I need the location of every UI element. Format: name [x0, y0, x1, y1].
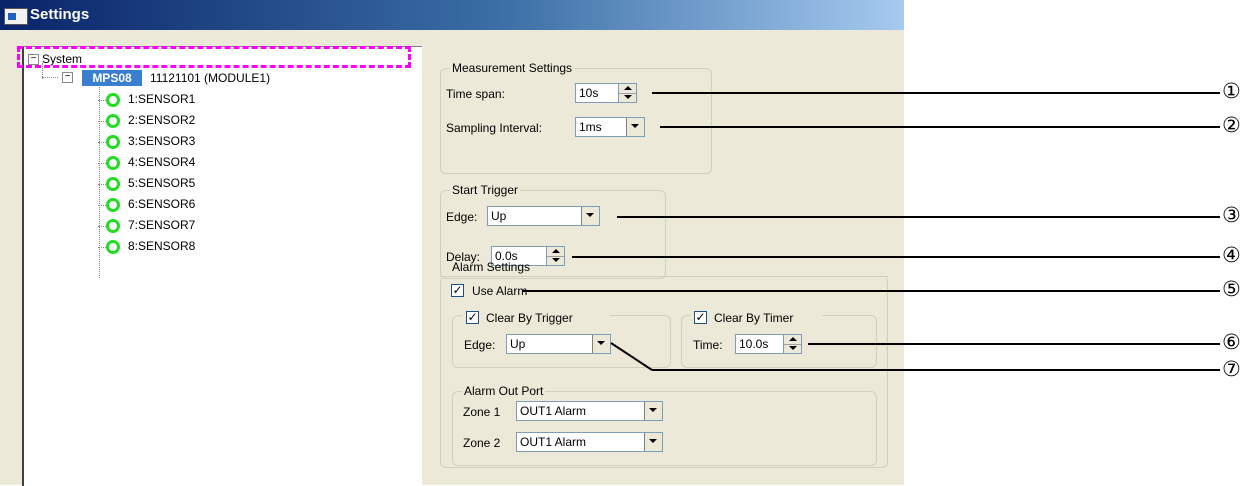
callout-number-4: ④	[1222, 244, 1241, 267]
callout-number-2: ②	[1222, 114, 1241, 137]
callout-number-6: ⑥	[1222, 331, 1241, 354]
callout-line-7	[610, 342, 1220, 371]
callout-number-1: ①	[1222, 80, 1241, 103]
callout-number-5: ⑤	[1222, 278, 1241, 301]
callout-number-3: ③	[1222, 204, 1241, 227]
callout-number-7: ⑦	[1222, 358, 1241, 381]
